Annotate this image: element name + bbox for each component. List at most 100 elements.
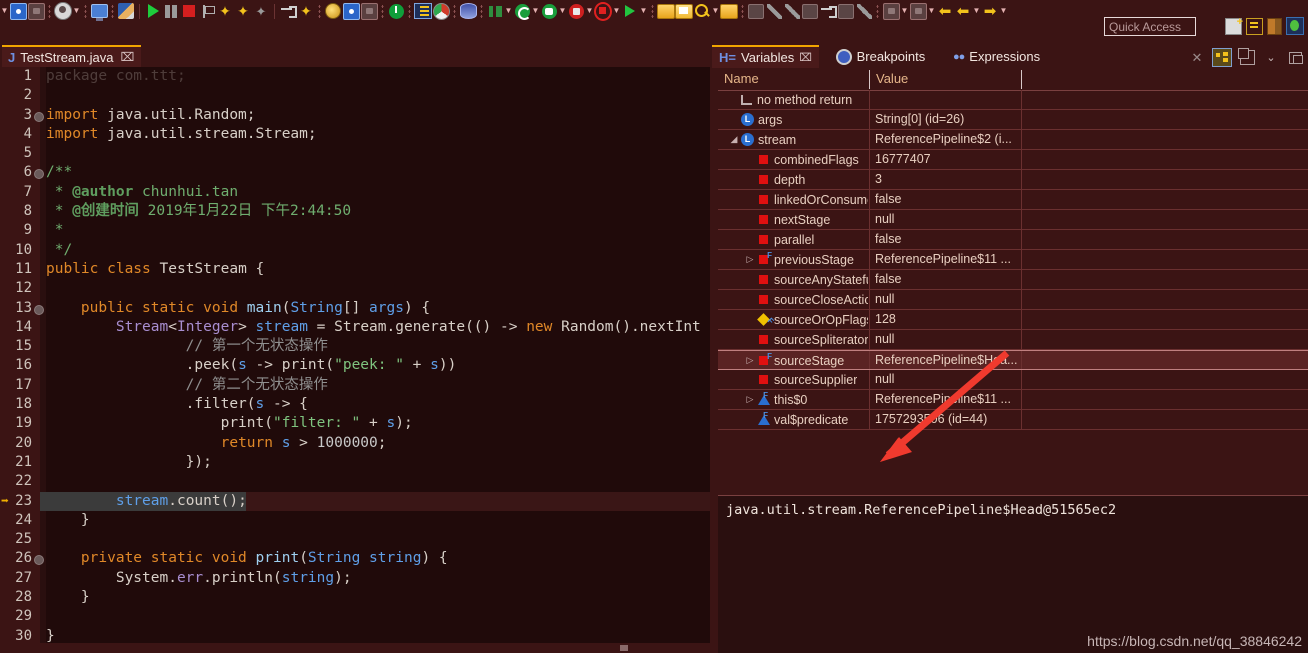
grip9[interactable] bbox=[650, 3, 655, 19]
outline-list-icon[interactable] bbox=[414, 1, 432, 21]
wrench-icon[interactable] bbox=[765, 1, 783, 21]
code-line[interactable]: 4 import java.util.stream.Stream; bbox=[0, 125, 710, 144]
show-logical-structure-button[interactable] bbox=[1212, 48, 1232, 67]
fold-toggle-icon[interactable] bbox=[34, 555, 44, 566]
grip4[interactable] bbox=[317, 3, 322, 19]
close-icon[interactable]: ⌧ bbox=[799, 51, 812, 64]
debug-perspective-icon[interactable] bbox=[1286, 16, 1304, 36]
variable-value-cell[interactable]: null bbox=[870, 330, 1022, 349]
code-line[interactable]: 5 bbox=[0, 144, 710, 163]
table-row[interactable]: sourceAnyStateful false bbox=[718, 270, 1308, 290]
variable-name-cell[interactable]: depth bbox=[718, 170, 868, 189]
save-as-icon[interactable] bbox=[360, 1, 378, 21]
step-filters-icon[interactable]: ✦ bbox=[297, 1, 315, 21]
pilcrow-icon[interactable] bbox=[855, 1, 873, 21]
variable-value-cell[interactable]: ReferencePipeline$Hea... bbox=[870, 351, 1022, 370]
print-icon[interactable] bbox=[882, 1, 900, 21]
code-line[interactable]: 25 bbox=[0, 530, 710, 549]
variable-name-cell[interactable]: sourceSupplier bbox=[718, 370, 868, 389]
variable-value-cell[interactable]: null bbox=[870, 290, 1022, 309]
fold-toggle-icon[interactable] bbox=[34, 169, 44, 180]
variable-detail-pane[interactable]: java.util.stream.ReferencePipeline$Head@… bbox=[718, 495, 1308, 653]
table-row[interactable]: sourceSpliterator null bbox=[718, 330, 1308, 350]
variable-value-cell[interactable]: String[0] (id=26) bbox=[870, 110, 1022, 129]
table-row[interactable]: Largs String[0] (id=26) bbox=[718, 110, 1308, 130]
code-line[interactable]: 28 } bbox=[0, 588, 710, 607]
run-green-icon[interactable] bbox=[621, 1, 639, 21]
grip3[interactable] bbox=[110, 3, 115, 19]
green-circle-caret[interactable]: ▼ bbox=[531, 2, 540, 20]
code-line[interactable]: 1 package com.ttt; bbox=[0, 67, 710, 86]
new-perspective-icon[interactable] bbox=[1225, 16, 1243, 36]
table-row[interactable]: sourceCloseAction null bbox=[718, 290, 1308, 310]
editor-horizontal-scrollbar[interactable] bbox=[0, 643, 710, 653]
console-icon[interactable] bbox=[90, 1, 108, 21]
code-line[interactable]: 27 System.err.println(string); bbox=[0, 569, 710, 588]
new-java-file-icon[interactable] bbox=[9, 1, 27, 21]
table-row[interactable]: ▷ FpreviousStage ReferencePipeline$11 ... bbox=[718, 250, 1308, 270]
view-menu-button[interactable]: ⌄ bbox=[1262, 49, 1280, 66]
column-divider-2[interactable] bbox=[1021, 70, 1022, 89]
expand-toggle-icon[interactable]: ▷ bbox=[744, 254, 756, 266]
grip7[interactable] bbox=[452, 3, 457, 19]
pencil-icon[interactable] bbox=[783, 1, 801, 21]
code-line[interactable]: 3 import java.util.Random; bbox=[0, 106, 710, 125]
step-into-icon[interactable]: ✦ bbox=[216, 1, 234, 21]
variable-name-cell[interactable]: sourceSpliterator bbox=[718, 330, 868, 349]
green-tree-icon[interactable] bbox=[486, 1, 504, 21]
grip11[interactable] bbox=[875, 3, 880, 19]
code-line[interactable]: 14 Stream<Integer> stream = Stream.gener… bbox=[0, 318, 710, 337]
save-icon[interactable] bbox=[27, 1, 45, 21]
terminate-icon[interactable] bbox=[180, 1, 198, 21]
minimize-button[interactable] bbox=[1286, 49, 1304, 66]
variable-name-cell[interactable]: ▷ FsourceStage bbox=[718, 351, 868, 370]
variable-name-cell[interactable]: sourceCloseAction bbox=[718, 290, 868, 309]
variable-name-cell[interactable]: ▷ FpreviousStage bbox=[718, 250, 868, 269]
database-icon[interactable] bbox=[459, 1, 477, 21]
dotted-box-icon[interactable] bbox=[837, 1, 855, 21]
code-line[interactable]: 13 public static void main(String[] args… bbox=[0, 299, 710, 318]
variable-value-cell[interactable]: 1757293506 (id=44) bbox=[870, 410, 1022, 429]
column-header-name[interactable]: Name bbox=[718, 68, 870, 90]
variable-value-cell[interactable]: ReferencePipeline$2 (i... bbox=[870, 130, 1022, 149]
back-caret[interactable]: ▼ bbox=[972, 2, 981, 20]
user-icon[interactable] bbox=[54, 1, 72, 21]
code-line[interactable]: 2 bbox=[0, 86, 710, 105]
variable-name-cell[interactable]: FsourceOrOpFlags bbox=[718, 310, 868, 329]
table-row[interactable]: no method return bbox=[718, 90, 1308, 110]
code-line[interactable]: 8 * @创建时间 2019年1月22日 下午2:44:50 bbox=[0, 202, 710, 221]
stop-record-caret[interactable]: ▼ bbox=[612, 2, 621, 20]
forward-arrow-icon[interactable]: ➡ bbox=[981, 1, 999, 21]
variable-name-cell[interactable]: linkedOrConsumed bbox=[718, 190, 868, 209]
code-line[interactable]: 26 private static void print(String stri… bbox=[0, 549, 710, 568]
variable-name-cell[interactable]: combinedFlags bbox=[718, 150, 868, 169]
table-row[interactable]: ▷ FsourceStage ReferencePipeline$Hea... bbox=[718, 350, 1308, 370]
disconnect-icon[interactable] bbox=[198, 1, 216, 21]
green-tree-caret[interactable]: ▼ bbox=[504, 2, 513, 20]
column-header-value[interactable]: Value bbox=[870, 68, 1022, 90]
scrollbar-thumb[interactable] bbox=[620, 645, 628, 651]
tab-expressions[interactable]: ●● Expressions bbox=[946, 45, 1047, 68]
back-arrow2-icon[interactable]: ⬅ bbox=[954, 1, 972, 21]
green-rec-caret[interactable]: ▼ bbox=[558, 2, 567, 20]
export-icon[interactable] bbox=[909, 1, 927, 21]
open-folder-icon[interactable] bbox=[657, 1, 675, 21]
code-line[interactable]: 7 * @author chunhui.tan bbox=[0, 183, 710, 202]
code-line[interactable]: 21 }); bbox=[0, 453, 710, 472]
table-row[interactable]: nextStage null bbox=[718, 210, 1308, 230]
editor-tab-teststream[interactable]: J TestStream.java ⌧ bbox=[2, 45, 142, 67]
code-editor[interactable]: 1 package com.ttt; 2 3 import java.util.Rand… bbox=[0, 67, 710, 653]
variable-value-cell[interactable]: false bbox=[870, 190, 1022, 209]
export-caret[interactable]: ▼ bbox=[927, 2, 936, 20]
variable-name-cell[interactable]: parallel bbox=[718, 230, 868, 249]
table-row[interactable]: parallel false bbox=[718, 230, 1308, 250]
code-line[interactable]: 29 bbox=[0, 607, 710, 626]
refresh-icon[interactable] bbox=[801, 1, 819, 21]
collapse-all-button[interactable]: ✕ bbox=[1188, 49, 1206, 66]
table-row[interactable]: ◢ Lstream ReferencePipeline$2 (i... bbox=[718, 130, 1308, 150]
user-dropdown-caret[interactable]: ▼ bbox=[72, 2, 81, 20]
table-row[interactable]: linkedOrConsumedfalse bbox=[718, 190, 1308, 210]
variable-name-cell[interactable]: ◢ Lstream bbox=[718, 130, 868, 149]
new-folder-icon[interactable] bbox=[675, 1, 693, 21]
code-line[interactable]: 16 .peek(s -> print("peek: " + s)) bbox=[0, 356, 710, 375]
